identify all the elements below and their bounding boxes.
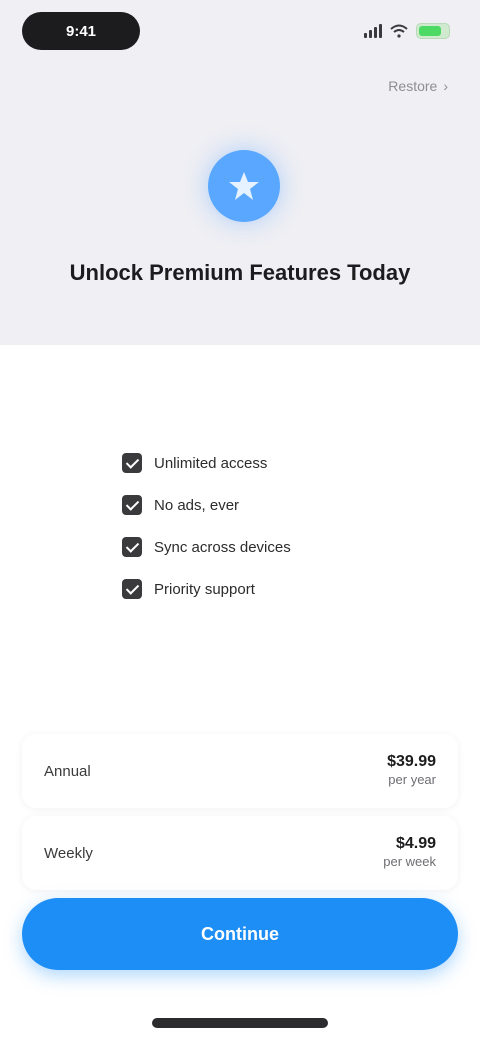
- plan-price-block: $4.99 per week: [383, 835, 436, 871]
- battery-icon: [416, 23, 450, 39]
- checkmark-icon: [122, 537, 142, 557]
- feature-list: Unlimited access No ads, ever Sync acros…: [122, 452, 372, 620]
- plan-price-block: $39.99 per year: [387, 753, 436, 789]
- restore-link[interactable]: Restore ›: [388, 78, 448, 94]
- feature-label: No ads, ever: [154, 496, 240, 514]
- app-logo-icon: [208, 150, 280, 222]
- feature-item: Sync across devices: [122, 536, 372, 558]
- feature-item: Priority support: [122, 578, 372, 600]
- continue-button[interactable]: Continue: [22, 898, 458, 970]
- home-indicator[interactable]: [152, 1018, 328, 1028]
- status-indicators: [364, 20, 450, 42]
- plan-name: Annual: [44, 762, 91, 780]
- feature-label: Unlimited access: [154, 454, 268, 472]
- star-icon: [229, 172, 259, 200]
- feature-item: No ads, ever: [122, 494, 372, 516]
- restore-label: Restore: [388, 78, 438, 94]
- plan-period: per week: [383, 854, 436, 869]
- feature-label: Priority support: [154, 580, 255, 598]
- plan-price: $39.99: [387, 753, 436, 770]
- page-title: Unlock Premium Features Today: [69, 260, 411, 285]
- wifi-icon: [390, 24, 408, 38]
- plan-period: per year: [388, 772, 436, 787]
- signal-icon: [364, 24, 382, 38]
- checkmark-icon: [122, 495, 142, 515]
- plan-option-weekly[interactable]: Weekly $4.99 per week: [22, 816, 458, 890]
- checkmark-icon: [122, 453, 142, 473]
- plan-price: $4.99: [395, 835, 436, 852]
- plan-name: Weekly: [44, 844, 93, 862]
- feature-item: Unlimited access: [122, 452, 372, 474]
- feature-label: Sync across devices: [154, 538, 291, 556]
- checkmark-icon: [122, 579, 142, 599]
- plan-option-annual[interactable]: Annual $39.99 per year: [22, 734, 458, 808]
- chevron-right-icon: ›: [443, 78, 448, 94]
- status-time: 9:41: [22, 12, 140, 50]
